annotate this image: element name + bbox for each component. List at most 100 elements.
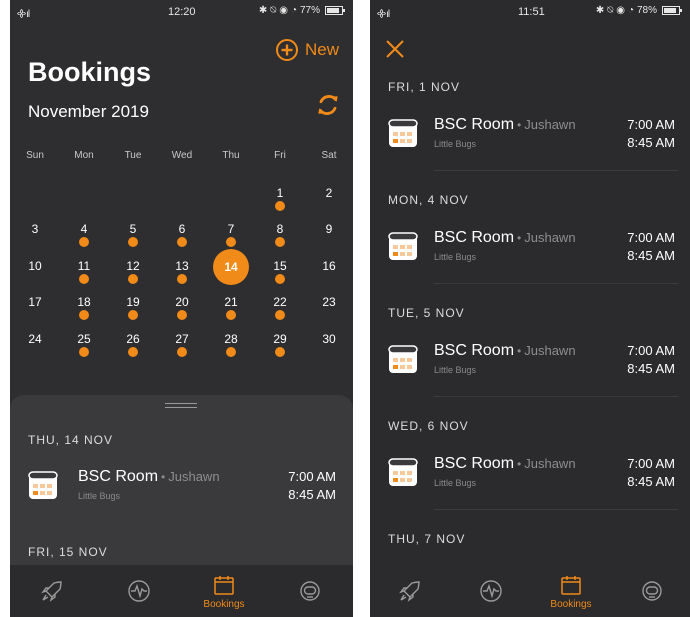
end-time: 8:45 AM xyxy=(627,361,675,376)
booked-by: Jushawn xyxy=(524,456,576,471)
separator-dot: • xyxy=(161,470,166,484)
booking-indicator-dot xyxy=(177,237,187,247)
calendar-day[interactable]: 8 xyxy=(260,222,300,256)
calendar-day[interactable]: 28 xyxy=(211,332,251,366)
organization: Little Bugs xyxy=(434,365,477,375)
bookings-sheet[interactable]: THU, 14 NOV BSC Room • Jushawn Little Bugs… xyxy=(10,395,353,570)
section-heading: FRI, 1 NOV xyxy=(388,80,461,94)
booking-item[interactable]: BSC Room • Jushawn Little Bugs 7:00 AM 8:45 A… xyxy=(388,229,675,267)
calendar-day[interactable]: 15 xyxy=(260,259,300,293)
calendar-day[interactable]: 23 xyxy=(309,295,349,329)
day-number: 15 xyxy=(273,259,287,273)
list-divider xyxy=(434,509,678,510)
room-name: BSC Room xyxy=(434,342,515,359)
section-heading: TUE, 5 NOV xyxy=(388,306,465,320)
calendar-day[interactable]: 3 xyxy=(15,222,55,256)
calendar-day[interactable]: 1 xyxy=(260,186,300,220)
room-name: BSC Room xyxy=(434,229,515,246)
booking-indicator-dot xyxy=(177,274,187,284)
day-number: 28 xyxy=(224,332,238,346)
status-time: 11:51 xyxy=(518,6,545,18)
day-number: 18 xyxy=(77,295,91,309)
calendar-day[interactable]: 29 xyxy=(260,332,300,366)
calendar-day[interactable]: 18 xyxy=(64,295,104,329)
booking-indicator-dot xyxy=(128,347,138,357)
booking-indicator-dot xyxy=(177,347,187,357)
start-time: 7:00 AM xyxy=(627,230,675,245)
rocket-icon xyxy=(41,581,62,602)
tab-profile[interactable] xyxy=(622,565,682,617)
booking-item[interactable]: BSC Room • Jushawn Little Bugs 7:00 AM 8:45 A… xyxy=(388,116,675,154)
astronaut-icon xyxy=(300,581,320,601)
booking-item[interactable]: BSC Room • Jushawn Little Bugs 7:00 AM 8:45 A… xyxy=(388,342,675,380)
day-number: 29 xyxy=(273,332,287,346)
calendar-day[interactable]: 25 xyxy=(64,332,104,366)
booking-indicator-dot xyxy=(226,310,236,320)
calendar-day[interactable]: 2 xyxy=(309,186,349,220)
bluetooth-icon: ✱ xyxy=(595,5,605,16)
calendar-day[interactable]: 30 xyxy=(309,332,349,366)
day-number: 9 xyxy=(325,222,333,236)
calendar-day[interactable]: 19 xyxy=(113,295,153,329)
sheet-drag-handle[interactable] xyxy=(165,403,197,408)
end-time: 8:45 AM xyxy=(627,474,675,489)
calendar-day[interactable]: 12 xyxy=(113,259,153,293)
tab-profile[interactable] xyxy=(280,565,340,617)
end-time: 8:45 AM xyxy=(627,135,675,150)
tab-bookings[interactable]: Bookings xyxy=(194,565,254,617)
calendar-day[interactable]: 13 xyxy=(162,259,202,293)
booking-indicator-dot xyxy=(275,201,285,211)
day-number: 3 xyxy=(31,222,39,236)
calendar-day[interactable]: 14 xyxy=(211,249,251,293)
tab-explore[interactable] xyxy=(380,565,440,617)
calendar-day[interactable]: 17 xyxy=(15,295,55,329)
calendar-booking-icon xyxy=(28,471,58,499)
start-time: 7:00 AM xyxy=(627,117,675,132)
calendar-day[interactable]: 6 xyxy=(162,222,202,256)
booking-indicator-dot xyxy=(128,237,138,247)
booked-by: Jushawn xyxy=(524,230,576,245)
calendar-icon xyxy=(214,575,234,595)
end-time: 8:45 AM xyxy=(288,487,336,502)
day-number: 12 xyxy=(126,259,140,273)
day-number: 30 xyxy=(322,332,336,346)
calendar-day[interactable]: 21 xyxy=(211,295,251,329)
day-number: 13 xyxy=(175,259,189,273)
booking-item[interactable]: BSC Room • Jushawn Little Bugs 7:00 AM 8:45 A… xyxy=(388,455,675,493)
booking-indicator-dot xyxy=(79,274,89,284)
booked-by: Jushawn xyxy=(524,343,576,358)
tab-bookings-label: Bookings xyxy=(550,598,592,610)
astronaut-icon xyxy=(642,581,662,601)
calendar-day[interactable]: 20 xyxy=(162,295,202,329)
calendar-day[interactable]: 16 xyxy=(309,259,349,293)
calendar-day[interactable]: 22 xyxy=(260,295,300,329)
activity-icon xyxy=(128,580,150,602)
calendar-day[interactable]: 27 xyxy=(162,332,202,366)
tab-explore[interactable] xyxy=(22,565,82,617)
booking-indicator-dot xyxy=(79,347,89,357)
day-number: 21 xyxy=(224,295,238,309)
tab-activity[interactable] xyxy=(109,565,169,617)
day-number: 19 xyxy=(126,295,140,309)
calendar-day[interactable]: 10 xyxy=(15,259,55,293)
room-name: BSC Room xyxy=(434,116,515,133)
tab-activity[interactable] xyxy=(461,565,521,617)
calendar-day[interactable]: 26 xyxy=(113,332,153,366)
booking-indicator-dot xyxy=(275,310,285,320)
calendar-day[interactable]: 9 xyxy=(309,222,349,256)
tab-bookings[interactable]: Bookings xyxy=(541,565,601,617)
organization: Little Bugs xyxy=(78,491,121,501)
booking-indicator-dot xyxy=(79,237,89,247)
day-number: 4 xyxy=(80,222,88,236)
calendar-day[interactable]: 11 xyxy=(64,259,104,293)
close-icon[interactable] xyxy=(384,38,406,60)
day-number: 11 xyxy=(77,259,91,273)
start-time: 7:00 AM xyxy=(627,343,675,358)
booking-item[interactable]: BSC Room • Jushawn Little Bugs 7:00 AM 8:4… xyxy=(28,468,336,506)
calendar-day[interactable]: 5 xyxy=(113,222,153,256)
list-divider xyxy=(434,283,678,284)
eye-icon: ◉ xyxy=(616,5,625,16)
calendar-day[interactable]: 4 xyxy=(64,222,104,256)
section-heading: MON, 4 NOV xyxy=(388,193,469,207)
calendar-day[interactable]: 24 xyxy=(15,332,55,366)
